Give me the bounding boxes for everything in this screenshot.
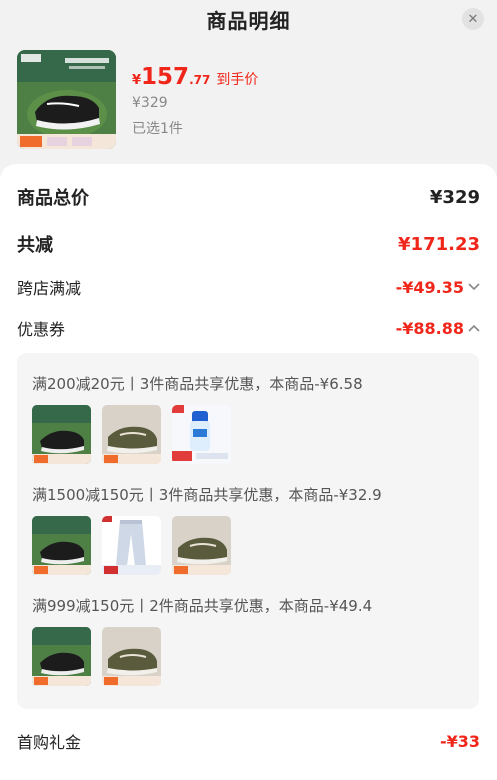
original-price: ¥329 [132, 95, 168, 111]
coupon-title: 满1500减150元丨3件商品共享优惠，本商品-¥32.9 [32, 486, 382, 504]
product-thumb-shoe-olive[interactable] [102, 405, 161, 464]
price-integer: 157 [141, 64, 190, 90]
coupon-value: -¥88.88 [395, 318, 464, 338]
product-thumb-shoe-black[interactable] [32, 627, 91, 686]
product-summary: ¥ 157 .77 到手价 ¥329 已选1件 [17, 50, 477, 150]
first-buy-label: 首购礼金 [17, 733, 82, 752]
coupon-group: 满1500减150元丨3件商品共享优惠，本商品-¥32.9 [32, 484, 382, 575]
chevron-down-icon[interactable] [468, 281, 480, 294]
page-title: 商品明细 [206, 8, 291, 33]
header-bar: 商品明细 ✕ [0, 0, 497, 38]
coupon-details: 满200减20元丨3件商品共享优惠，本商品-¥6.58 满1500减150元丨3… [17, 353, 479, 709]
close-icon: ✕ [467, 11, 479, 27]
product-image [17, 50, 116, 149]
price-decimal: .77 [189, 73, 211, 87]
discount-value: ¥171.23 [398, 233, 480, 255]
detail-card: 商品总价 ¥329 共减 ¥171.23 跨店满减 -¥49.35 优惠券 -¥… [0, 164, 497, 780]
product-thumb-shoe-olive[interactable] [102, 627, 161, 686]
total-row: 商品总价 ¥329 [17, 184, 480, 210]
product-thumb-shoe-olive[interactable] [172, 516, 231, 575]
coupon-group: 满999减150元丨2件商品共享优惠，本商品-¥49.4 [32, 595, 372, 686]
coupon-label: 优惠券 [17, 320, 66, 339]
first-buy-value: -¥33 [439, 731, 480, 751]
cross-store-label: 跨店满减 [17, 279, 82, 298]
price-currency: ¥ [132, 73, 142, 88]
coupon-title: 满999减150元丨2件商品共享优惠，本商品-¥49.4 [32, 597, 373, 615]
selected-count: 已选1件 [132, 121, 183, 137]
total-label: 商品总价 [17, 188, 89, 209]
product-thumb-shoe-black[interactable] [32, 405, 91, 464]
chevron-up-icon[interactable] [468, 322, 480, 335]
product-thumb-jeans[interactable] [102, 516, 161, 575]
close-button[interactable]: ✕ [462, 8, 484, 30]
discount-label: 共减 [17, 235, 53, 256]
coupon-title: 满200减20元丨3件商品共享优惠，本商品-¥6.58 [32, 375, 363, 393]
product-thumb-shoe-black[interactable] [32, 516, 91, 575]
price-tag: 到手价 [216, 72, 259, 88]
first-buy-row: 首购礼金 -¥33 [17, 729, 480, 753]
coupon-group: 满200减20元丨3件商品共享优惠，本商品-¥6.58 [32, 373, 363, 464]
product-thumb-blue-bottle[interactable] [172, 405, 231, 464]
total-value: ¥329 [429, 186, 480, 208]
final-price: ¥ 157 .77 到手价 [132, 64, 258, 90]
discount-row: 共减 ¥171.23 [17, 231, 480, 257]
cross-store-row[interactable]: 跨店满减 -¥49.35 [17, 275, 480, 299]
coupon-row[interactable]: 优惠券 -¥88.88 [17, 316, 480, 340]
cross-store-value: -¥49.35 [395, 277, 464, 297]
